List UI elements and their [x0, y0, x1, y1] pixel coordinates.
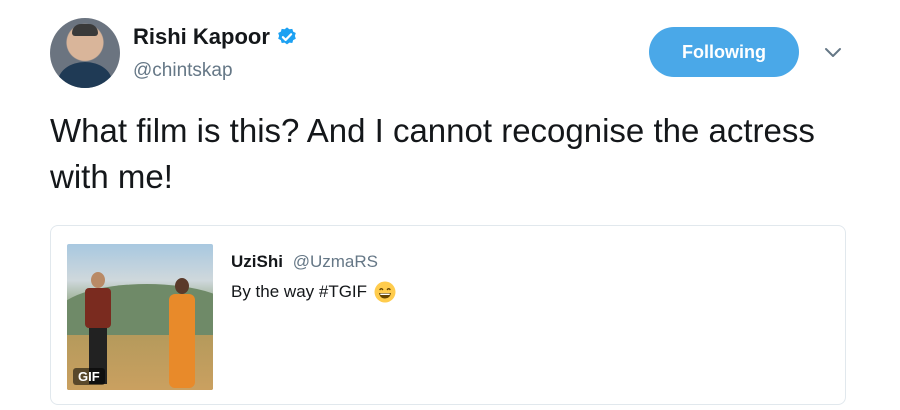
quoted-tweet-gif[interactable]: GIF [67, 244, 213, 390]
chevron-down-icon[interactable] [821, 40, 845, 64]
tweet-text: What film is this? And I cannot recognis… [50, 112, 815, 195]
author-handle[interactable]: @chintskap [133, 60, 233, 82]
quoted-tweet-handle: @UzmaRS [292, 252, 378, 271]
grinning-face-icon [373, 280, 397, 304]
quoted-tweet-card[interactable]: GIF UziShi @UzmaRS By the way #TGIF [50, 225, 846, 405]
avatar[interactable] [50, 18, 120, 88]
following-button[interactable]: Following [649, 27, 799, 77]
author-name-row: Rishi Kapoor [133, 24, 298, 50]
quoted-tweet-text: By the way #TGIF [231, 282, 368, 301]
quoted-tweet-display-name: UziShi [231, 252, 283, 271]
gif-badge: GIF [73, 368, 105, 385]
quoted-tweet-header: UziShi @UzmaRS [231, 252, 378, 272]
quoted-tweet-text-row: By the way #TGIF [231, 280, 397, 304]
author-display-name[interactable]: Rishi Kapoor [133, 24, 270, 50]
verified-badge-icon [276, 26, 298, 48]
